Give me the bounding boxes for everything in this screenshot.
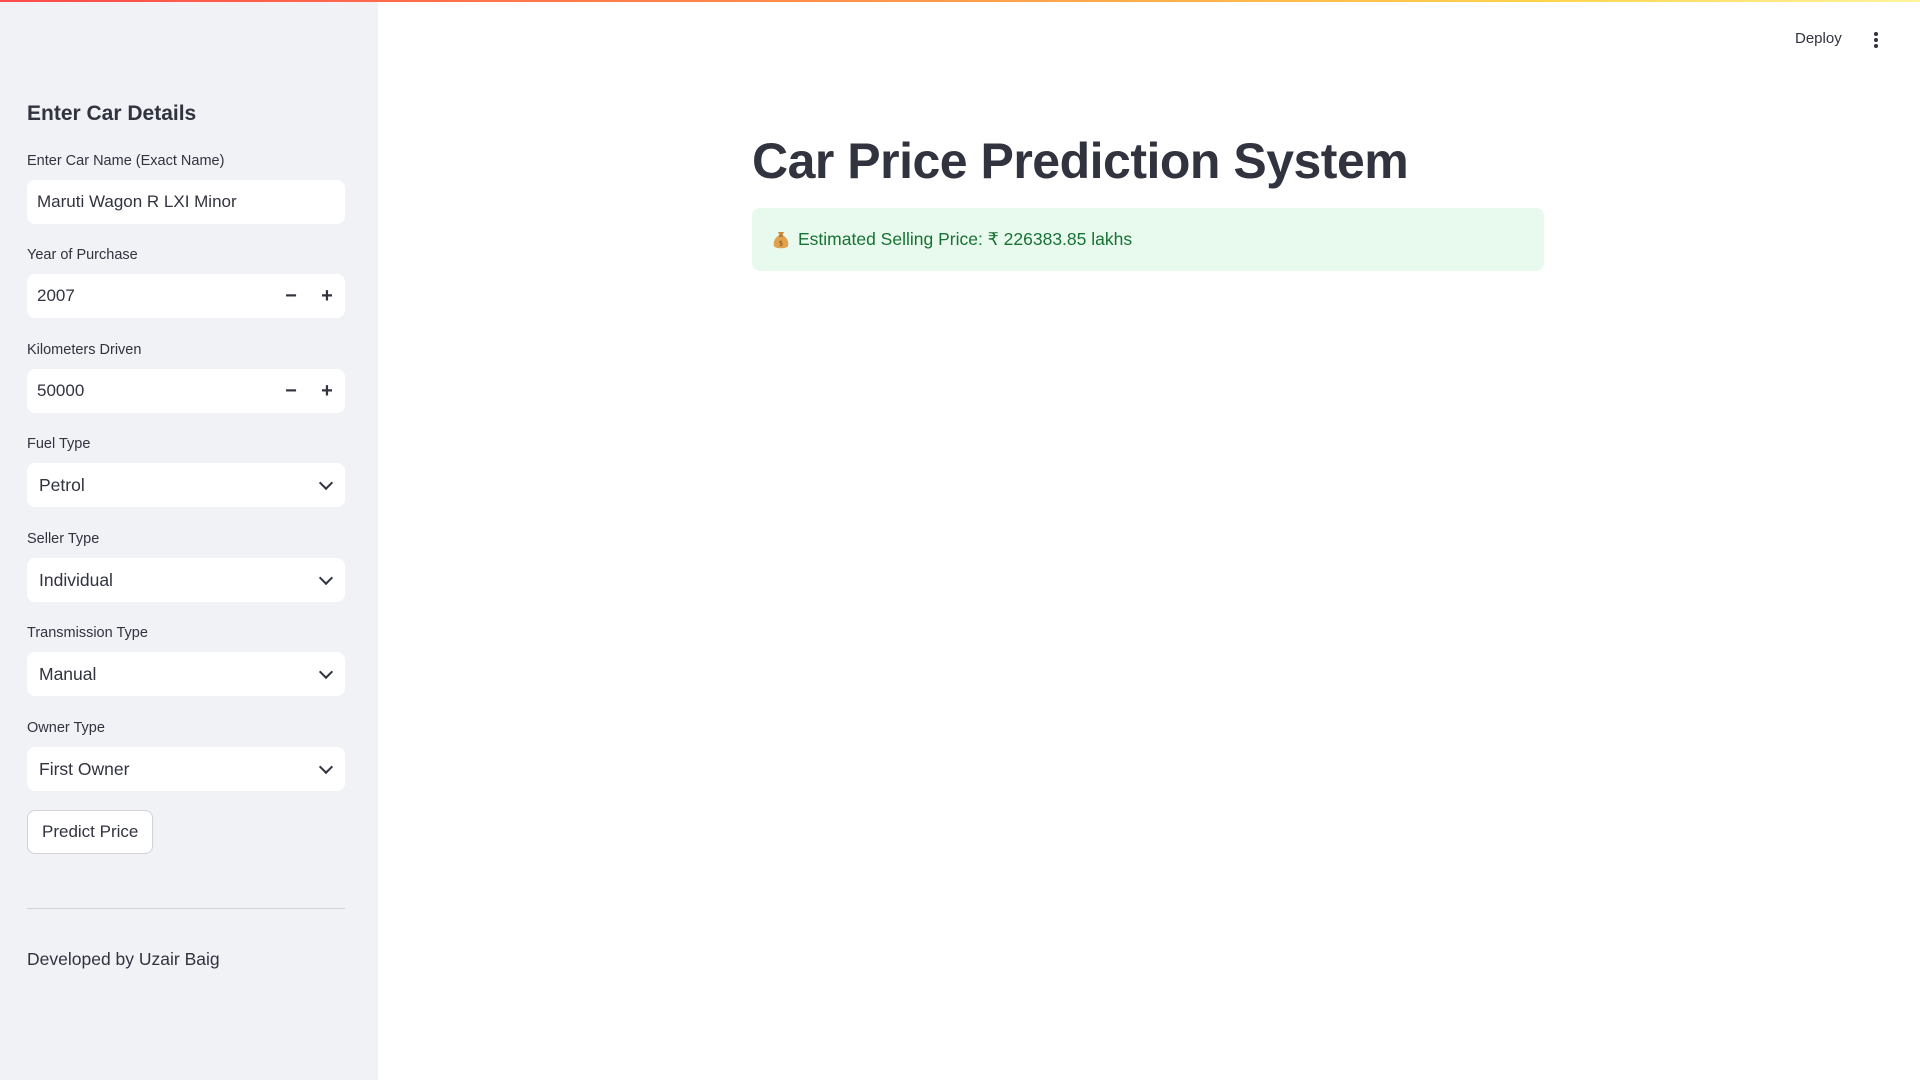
fuel-type-value: Petrol: [39, 474, 85, 495]
km-number-input[interactable]: 50000 − +: [27, 369, 345, 413]
page-title: Car Price Prediction System: [752, 133, 1409, 189]
deploy-button[interactable]: Deploy: [1795, 30, 1842, 47]
car-name-input[interactable]: [27, 180, 345, 224]
year-increment-button[interactable]: +: [309, 274, 345, 318]
fuel-type-select[interactable]: Petrol: [27, 463, 345, 507]
owner-type-value: First Owner: [39, 758, 130, 779]
sidebar: Enter Car Details Enter Car Name (Exact …: [0, 0, 378, 1080]
money-bag-icon: $: [773, 231, 789, 248]
seller-type-label: Seller Type: [27, 531, 100, 547]
km-value[interactable]: 50000: [27, 381, 273, 401]
chevron-down-icon: [318, 570, 334, 585]
top-decoration-bar: [0, 0, 1920, 2]
year-decrement-button[interactable]: −: [273, 274, 309, 318]
sidebar-heading: Enter Car Details: [27, 102, 197, 125]
car-name-label: Enter Car Name (Exact Name): [27, 153, 225, 169]
svg-text:$: $: [779, 239, 783, 247]
owner-type-label: Owner Type: [27, 720, 105, 736]
estimated-price-text: Estimated Selling Price: ₹ 226383.85 lak…: [798, 229, 1133, 249]
km-decrement-button[interactable]: −: [273, 369, 309, 413]
seller-type-value: Individual: [39, 569, 113, 590]
km-label: Kilometers Driven: [27, 342, 142, 358]
year-label: Year of Purchase: [27, 247, 138, 263]
sidebar-divider: [27, 908, 345, 909]
kebab-menu-icon[interactable]: [1870, 30, 1882, 50]
km-increment-button[interactable]: +: [309, 369, 345, 413]
owner-type-select[interactable]: First Owner: [27, 747, 345, 791]
chevron-down-icon: [318, 759, 334, 774]
year-number-input[interactable]: 2007 − +: [27, 274, 345, 318]
fuel-type-label: Fuel Type: [27, 436, 91, 452]
developer-credit: Developed by Uzair Baig: [27, 949, 220, 969]
year-value[interactable]: 2007: [27, 286, 273, 306]
chevron-down-icon: [318, 475, 334, 490]
success-alert: $ Estimated Selling Price: ₹ 226383.85 l…: [752, 208, 1544, 271]
chevron-down-icon: [318, 664, 334, 679]
seller-type-select[interactable]: Individual: [27, 558, 345, 602]
predict-price-button[interactable]: Predict Price: [27, 810, 154, 854]
transmission-type-select[interactable]: Manual: [27, 652, 345, 696]
transmission-type-value: Manual: [39, 663, 97, 684]
transmission-type-label: Transmission Type: [27, 625, 148, 641]
